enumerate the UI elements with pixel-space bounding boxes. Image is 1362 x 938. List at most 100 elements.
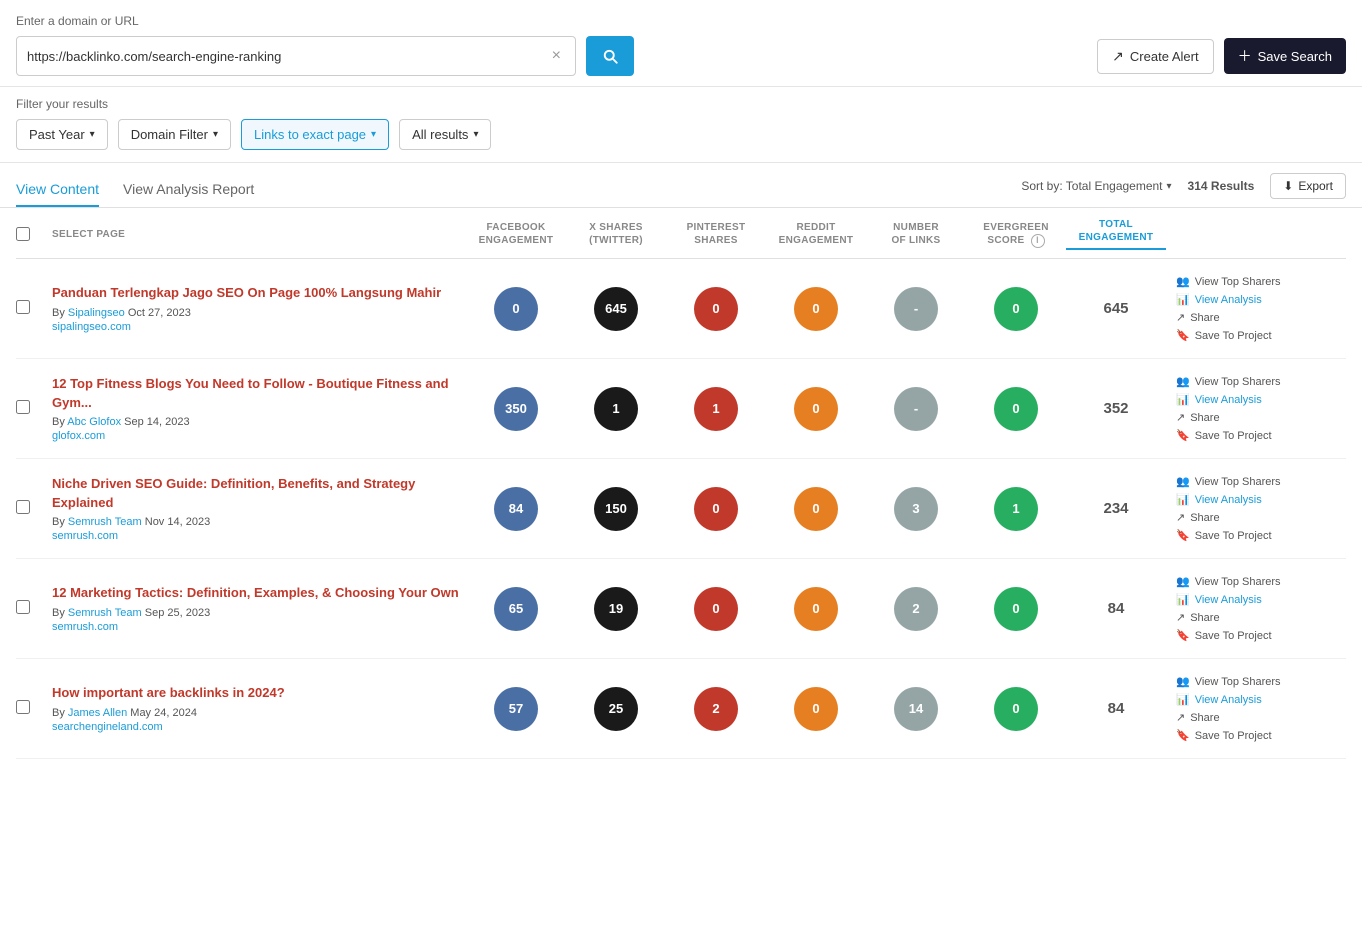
- filter-all-results[interactable]: All results ▾: [399, 119, 491, 150]
- tabs-row: View Content View Analysis Report Sort b…: [0, 163, 1362, 208]
- row-checkbox[interactable]: [16, 300, 30, 314]
- download-icon: ⬇: [1283, 179, 1293, 193]
- content-title[interactable]: Panduan Terlengkap Jago SEO On Page 100%…: [52, 284, 466, 302]
- chart-icon: 📊: [1176, 493, 1190, 506]
- view-analysis-btn[interactable]: 📊 View Analysis: [1176, 493, 1346, 506]
- sort-by[interactable]: Sort by: Total Engagement ▾: [1021, 179, 1171, 193]
- select-all-checkbox[interactable]: [16, 227, 30, 241]
- sort-chevron-icon: ▾: [1167, 181, 1172, 192]
- row-actions: 👥 View Top Sharers 📊 View Analysis ↗ Sha…: [1166, 475, 1346, 542]
- bookmark-icon: 🔖: [1176, 729, 1190, 742]
- domain-link[interactable]: glofox.com: [52, 430, 466, 442]
- evergreen-score: 1: [994, 487, 1038, 531]
- row-actions: 👥 View Top Sharers 📊 View Analysis ↗ Sha…: [1166, 375, 1346, 442]
- save-to-project-btn[interactable]: 🔖 Save To Project: [1176, 429, 1346, 442]
- reddit-score: 0: [794, 587, 838, 631]
- view-top-sharers-btn[interactable]: 👥 View Top Sharers: [1176, 375, 1346, 388]
- author-link[interactable]: Semrush Team: [68, 516, 142, 528]
- view-analysis-btn[interactable]: 📊 View Analysis: [1176, 393, 1346, 406]
- view-top-sharers-btn[interactable]: 👥 View Top Sharers: [1176, 675, 1346, 688]
- domain-link[interactable]: searchengineland.com: [52, 721, 466, 733]
- share-btn[interactable]: ↗ Share: [1176, 511, 1346, 524]
- share-btn[interactable]: ↗ Share: [1176, 611, 1346, 624]
- facebook-score: 0: [494, 287, 538, 331]
- results-count: 314 Results: [1188, 179, 1255, 193]
- table-row: How important are backlinks in 2024? By …: [16, 659, 1346, 759]
- create-alert-button[interactable]: ↗ Create Alert: [1097, 39, 1213, 74]
- author-link[interactable]: James Allen: [68, 707, 127, 719]
- view-analysis-btn[interactable]: 📊 View Analysis: [1176, 293, 1346, 306]
- share-btn[interactable]: ↗ Share: [1176, 311, 1346, 324]
- view-top-sharers-btn[interactable]: 👥 View Top Sharers: [1176, 475, 1346, 488]
- tab-right-actions: Sort by: Total Engagement ▾ 314 Results …: [1021, 173, 1346, 207]
- tab-view-content[interactable]: View Content: [16, 173, 99, 207]
- save-to-project-btn[interactable]: 🔖 Save To Project: [1176, 329, 1346, 342]
- domain-link[interactable]: sipalingseo.com: [52, 321, 466, 333]
- info-icon[interactable]: i: [1031, 234, 1045, 248]
- chevron-down-icon: ▾: [90, 129, 95, 140]
- view-analysis-btn[interactable]: 📊 View Analysis: [1176, 593, 1346, 606]
- share-btn[interactable]: ↗ Share: [1176, 411, 1346, 424]
- total-engagement: 234: [1066, 500, 1166, 517]
- content-title[interactable]: 12 Marketing Tactics: Definition, Exampl…: [52, 584, 466, 602]
- right-actions: ↗ Create Alert ＋ Save Search: [1097, 38, 1346, 74]
- row-checkbox[interactable]: [16, 400, 30, 414]
- facebook-score: 350: [494, 387, 538, 431]
- domain-link[interactable]: semrush.com: [52, 530, 466, 542]
- domain-link[interactable]: semrush.com: [52, 621, 466, 633]
- filter-row: Past Year ▾ Domain Filter ▾ Links to exa…: [16, 119, 1346, 150]
- export-button[interactable]: ⬇ Export: [1270, 173, 1346, 199]
- table-row: 12 Top Fitness Blogs You Need to Follow …: [16, 359, 1346, 459]
- row-checkbox[interactable]: [16, 600, 30, 614]
- search-input[interactable]: [27, 49, 548, 64]
- content-title[interactable]: Niche Driven SEO Guide: Definition, Bene…: [52, 475, 466, 511]
- search-button[interactable]: [586, 36, 634, 76]
- author-link[interactable]: Semrush Team: [68, 607, 142, 619]
- tab-view-analysis-report[interactable]: View Analysis Report: [123, 173, 254, 207]
- row-checkbox[interactable]: [16, 700, 30, 714]
- filter-past-year[interactable]: Past Year ▾: [16, 119, 108, 150]
- people-icon: 👥: [1176, 275, 1190, 288]
- reddit-score: 0: [794, 487, 838, 531]
- pinterest-score: 2: [694, 687, 738, 731]
- save-to-project-btn[interactable]: 🔖 Save To Project: [1176, 529, 1346, 542]
- clear-button[interactable]: ×: [548, 47, 565, 65]
- view-top-sharers-btn[interactable]: 👥 View Top Sharers: [1176, 575, 1346, 588]
- filter-links-exact[interactable]: Links to exact page ▾: [241, 119, 389, 150]
- save-to-project-btn[interactable]: 🔖 Save To Project: [1176, 729, 1346, 742]
- x-shares-score: 645: [594, 287, 638, 331]
- view-analysis-btn[interactable]: 📊 View Analysis: [1176, 693, 1346, 706]
- save-to-project-btn[interactable]: 🔖 Save To Project: [1176, 629, 1346, 642]
- chart-icon: 📊: [1176, 393, 1190, 406]
- author-link[interactable]: Abc Glofox: [67, 416, 121, 428]
- content-title[interactable]: How important are backlinks in 2024?: [52, 684, 466, 702]
- evergreen-score: 0: [994, 387, 1038, 431]
- row-actions: 👥 View Top Sharers 📊 View Analysis ↗ Sha…: [1166, 575, 1346, 642]
- content-info: 12 Marketing Tactics: Definition, Exampl…: [52, 584, 466, 632]
- row-checkbox[interactable]: [16, 500, 30, 514]
- pinterest-score: 0: [694, 487, 738, 531]
- col-header-num-links: NUMBEROF LINKS: [866, 221, 966, 247]
- chart-icon: 📊: [1176, 693, 1190, 706]
- content-info: 12 Top Fitness Blogs You Need to Follow …: [52, 375, 466, 441]
- table-row: Niche Driven SEO Guide: Definition, Bene…: [16, 459, 1346, 559]
- author-link[interactable]: Sipalingseo: [68, 307, 125, 319]
- view-top-sharers-btn[interactable]: 👥 View Top Sharers: [1176, 275, 1346, 288]
- share-btn[interactable]: ↗ Share: [1176, 711, 1346, 724]
- bookmark-icon: 🔖: [1176, 429, 1190, 442]
- filter-domain[interactable]: Domain Filter ▾: [118, 119, 231, 150]
- x-shares-score: 150: [594, 487, 638, 531]
- row-actions: 👥 View Top Sharers 📊 View Analysis ↗ Sha…: [1166, 675, 1346, 742]
- content-title[interactable]: 12 Top Fitness Blogs You Need to Follow …: [52, 375, 466, 411]
- col-header-x-shares: X SHARES(TWITTER): [566, 221, 666, 247]
- save-search-button[interactable]: ＋ Save Search: [1224, 38, 1346, 74]
- chevron-down-icon: ▾: [213, 129, 218, 140]
- total-engagement: 84: [1066, 700, 1166, 717]
- content-info: Panduan Terlengkap Jago SEO On Page 100%…: [52, 284, 466, 332]
- evergreen-score: 0: [994, 587, 1038, 631]
- bookmark-icon: 🔖: [1176, 529, 1190, 542]
- total-engagement: 352: [1066, 400, 1166, 417]
- bookmark-icon: 🔖: [1176, 629, 1190, 642]
- facebook-score: 65: [494, 587, 538, 631]
- evergreen-score: 0: [994, 687, 1038, 731]
